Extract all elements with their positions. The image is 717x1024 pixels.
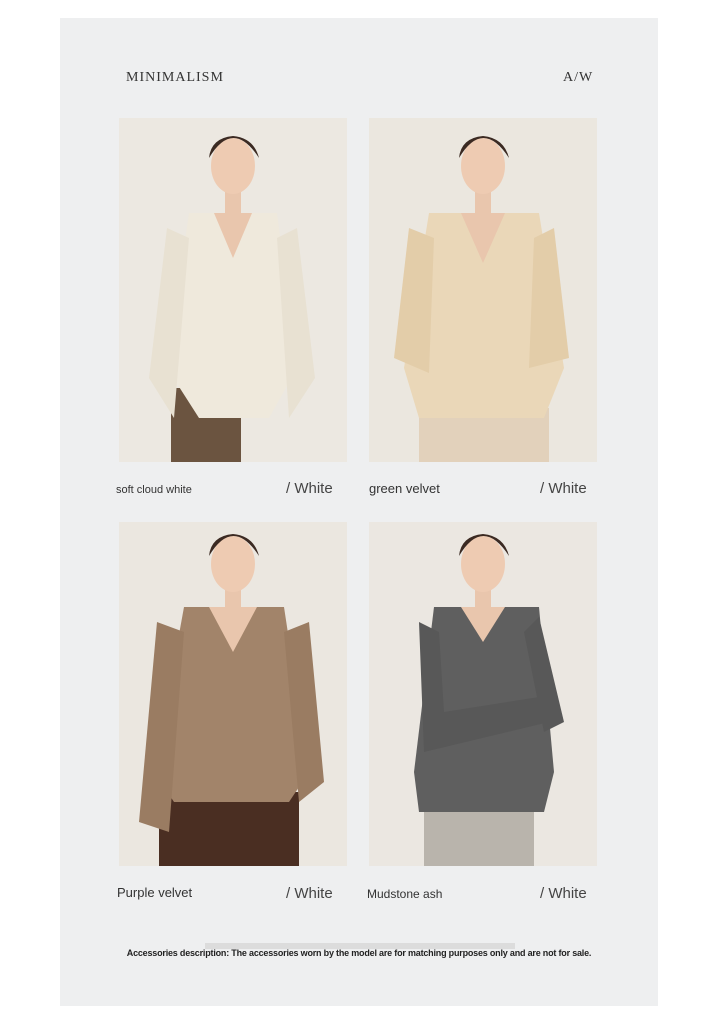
- model-illustration-2: [369, 118, 597, 462]
- model-illustration-1: [119, 118, 347, 462]
- product-name-1: soft cloud white: [116, 484, 192, 496]
- model-illustration-4: [369, 522, 597, 866]
- pants-shape-3: [159, 792, 299, 866]
- accessories-note: Accessories description: The accessories…: [126, 948, 592, 958]
- product-name-2: green velvet: [369, 481, 440, 496]
- product-name-4: Mudstone ash: [367, 887, 443, 901]
- product-color-3: / White: [286, 885, 333, 902]
- product-color-1: / White: [286, 480, 333, 497]
- product-photo-3[interactable]: [119, 522, 347, 866]
- product-photo-2[interactable]: [369, 118, 597, 462]
- product-color-2: / White: [540, 480, 587, 497]
- brand-title: MINIMALISM: [126, 70, 224, 85]
- product-name-3: Purple velvet: [117, 885, 193, 900]
- product-photo-1[interactable]: [119, 118, 347, 462]
- season-label: A/W: [563, 70, 594, 85]
- model-illustration-3: [119, 522, 347, 866]
- product-color-4: / White: [540, 885, 587, 902]
- product-photo-4[interactable]: [369, 522, 597, 866]
